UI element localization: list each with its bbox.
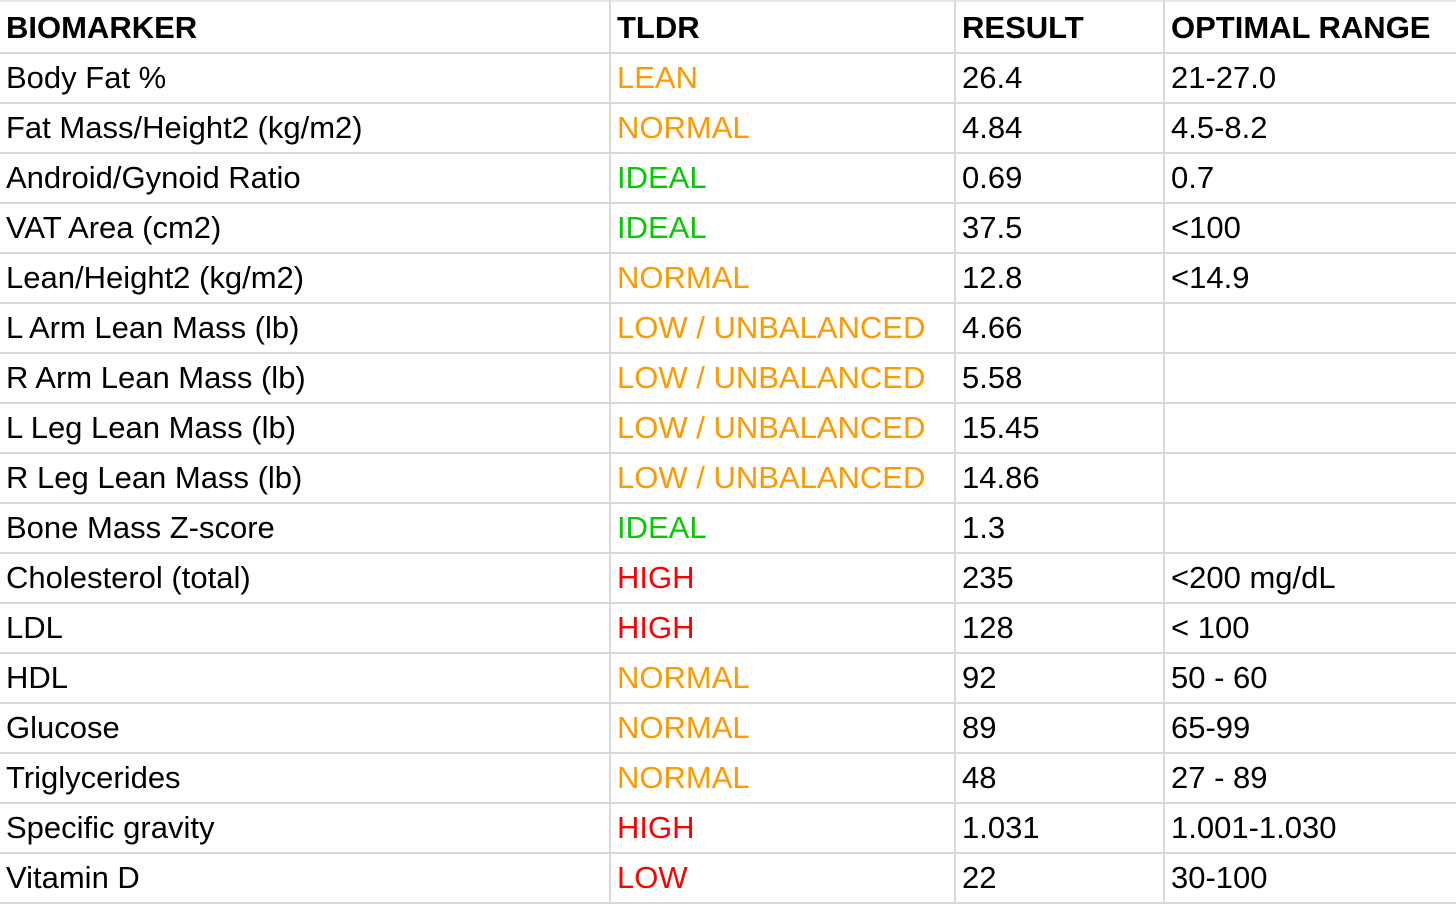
biomarker-cell[interactable]: Glucose — [0, 702, 611, 754]
optimal-range-cell[interactable] — [1163, 302, 1456, 354]
table-row: Triglycerides NORMAL 48 27 - 89 — [0, 752, 1456, 804]
table-row: R Arm Lean Mass (lb) LOW / UNBALANCED 5.… — [0, 352, 1456, 404]
tldr-cell[interactable]: NORMAL — [609, 102, 956, 154]
result-cell[interactable]: 15.45 — [954, 402, 1165, 454]
tldr-cell[interactable]: HIGH — [609, 602, 956, 654]
biomarker-cell[interactable]: R Arm Lean Mass (lb) — [0, 352, 611, 404]
header-optimal-range[interactable]: OPTIMAL RANGE — [1163, 0, 1456, 54]
table-row: VAT Area (cm2) IDEAL 37.5 <100 — [0, 202, 1456, 254]
optimal-range-cell[interactable]: 1.001-1.030 — [1163, 802, 1456, 854]
result-cell[interactable]: 14.86 — [954, 452, 1165, 504]
biomarker-cell[interactable]: Lean/Height2 (kg/m2) — [0, 252, 611, 304]
header-row: BIOMARKER TLDR RESULT OPTIMAL RANGE — [0, 0, 1456, 54]
optimal-range-cell[interactable]: <200 mg/dL — [1163, 552, 1456, 604]
result-cell[interactable]: 89 — [954, 702, 1165, 754]
result-cell[interactable]: 12.8 — [954, 252, 1165, 304]
tldr-cell[interactable]: NORMAL — [609, 252, 956, 304]
tldr-cell[interactable]: HIGH — [609, 552, 956, 604]
optimal-range-cell[interactable]: 65-99 — [1163, 702, 1456, 754]
tldr-cell[interactable]: NORMAL — [609, 752, 956, 804]
table-row: Bone Mass Z-score IDEAL 1.3 — [0, 502, 1456, 554]
result-cell[interactable]: 37.5 — [954, 202, 1165, 254]
optimal-range-cell[interactable]: <14.9 — [1163, 252, 1456, 304]
biomarker-cell[interactable]: Fat Mass/Height2 (kg/m2) — [0, 102, 611, 154]
result-cell[interactable]: 0.69 — [954, 152, 1165, 204]
result-cell[interactable]: 5.58 — [954, 352, 1165, 404]
tldr-cell[interactable]: LOW — [609, 852, 956, 904]
header-result[interactable]: RESULT — [954, 0, 1165, 54]
table-row: L Arm Lean Mass (lb) LOW / UNBALANCED 4.… — [0, 302, 1456, 354]
result-cell[interactable]: 26.4 — [954, 52, 1165, 104]
result-cell[interactable]: 4.66 — [954, 302, 1165, 354]
header-tldr[interactable]: TLDR — [609, 0, 956, 54]
biomarker-table: BIOMARKER TLDR RESULT OPTIMAL RANGE Body… — [0, 0, 1456, 904]
optimal-range-cell[interactable] — [1163, 502, 1456, 554]
biomarker-cell[interactable]: Android/Gynoid Ratio — [0, 152, 611, 204]
optimal-range-cell[interactable]: 0.7 — [1163, 152, 1456, 204]
result-cell[interactable]: 48 — [954, 752, 1165, 804]
header-biomarker[interactable]: BIOMARKER — [0, 0, 611, 54]
tldr-cell[interactable]: IDEAL — [609, 202, 956, 254]
biomarker-cell[interactable]: Bone Mass Z-score — [0, 502, 611, 554]
optimal-range-cell[interactable]: < 100 — [1163, 602, 1456, 654]
table-row: Lean/Height2 (kg/m2) NORMAL 12.8 <14.9 — [0, 252, 1456, 304]
biomarker-cell[interactable]: L Leg Lean Mass (lb) — [0, 402, 611, 454]
table-row: R Leg Lean Mass (lb) LOW / UNBALANCED 14… — [0, 452, 1456, 504]
result-cell[interactable]: 128 — [954, 602, 1165, 654]
tldr-cell[interactable]: IDEAL — [609, 502, 956, 554]
tldr-cell[interactable]: LOW / UNBALANCED — [609, 302, 956, 354]
biomarker-cell[interactable]: HDL — [0, 652, 611, 704]
tldr-cell[interactable]: HIGH — [609, 802, 956, 854]
result-cell[interactable]: 22 — [954, 852, 1165, 904]
biomarker-cell[interactable]: Cholesterol (total) — [0, 552, 611, 604]
tldr-cell[interactable]: IDEAL — [609, 152, 956, 204]
tldr-cell[interactable]: LEAN — [609, 52, 956, 104]
biomarker-cell[interactable]: L Arm Lean Mass (lb) — [0, 302, 611, 354]
result-cell[interactable]: 1.3 — [954, 502, 1165, 554]
table-row: Android/Gynoid Ratio IDEAL 0.69 0.7 — [0, 152, 1456, 204]
tldr-cell[interactable]: LOW / UNBALANCED — [609, 352, 956, 404]
tldr-cell[interactable]: NORMAL — [609, 702, 956, 754]
table-row: Vitamin D LOW 22 30-100 — [0, 852, 1456, 904]
table-row: Fat Mass/Height2 (kg/m2) NORMAL 4.84 4.5… — [0, 102, 1456, 154]
table-row: Specific gravity HIGH 1.031 1.001-1.030 — [0, 802, 1456, 854]
optimal-range-cell[interactable]: 27 - 89 — [1163, 752, 1456, 804]
result-cell[interactable]: 1.031 — [954, 802, 1165, 854]
biomarker-cell[interactable]: R Leg Lean Mass (lb) — [0, 452, 611, 504]
optimal-range-cell[interactable]: 21-27.0 — [1163, 52, 1456, 104]
result-cell[interactable]: 92 — [954, 652, 1165, 704]
table-row: HDL NORMAL 92 50 - 60 — [0, 652, 1456, 704]
result-cell[interactable]: 4.84 — [954, 102, 1165, 154]
table-row: Glucose NORMAL 89 65-99 — [0, 702, 1456, 754]
tldr-cell[interactable]: NORMAL — [609, 652, 956, 704]
biomarker-cell[interactable]: VAT Area (cm2) — [0, 202, 611, 254]
tldr-cell[interactable]: LOW / UNBALANCED — [609, 452, 956, 504]
biomarker-cell[interactable]: Triglycerides — [0, 752, 611, 804]
table-row: Cholesterol (total) HIGH 235 <200 mg/dL — [0, 552, 1456, 604]
table-body: Body Fat % LEAN 26.4 21-27.0 Fat Mass/He… — [0, 52, 1456, 904]
table-row: L Leg Lean Mass (lb) LOW / UNBALANCED 15… — [0, 402, 1456, 454]
table-row: Body Fat % LEAN 26.4 21-27.0 — [0, 52, 1456, 104]
biomarker-cell[interactable]: Vitamin D — [0, 852, 611, 904]
optimal-range-cell[interactable]: 30-100 — [1163, 852, 1456, 904]
optimal-range-cell[interactable]: 4.5-8.2 — [1163, 102, 1456, 154]
tldr-cell[interactable]: LOW / UNBALANCED — [609, 402, 956, 454]
result-cell[interactable]: 235 — [954, 552, 1165, 604]
table-row: LDL HIGH 128 < 100 — [0, 602, 1456, 654]
optimal-range-cell[interactable]: <100 — [1163, 202, 1456, 254]
biomarker-cell[interactable]: Body Fat % — [0, 52, 611, 104]
biomarker-cell[interactable]: Specific gravity — [0, 802, 611, 854]
optimal-range-cell[interactable] — [1163, 352, 1456, 404]
optimal-range-cell[interactable] — [1163, 402, 1456, 454]
optimal-range-cell[interactable] — [1163, 452, 1456, 504]
biomarker-cell[interactable]: LDL — [0, 602, 611, 654]
optimal-range-cell[interactable]: 50 - 60 — [1163, 652, 1456, 704]
